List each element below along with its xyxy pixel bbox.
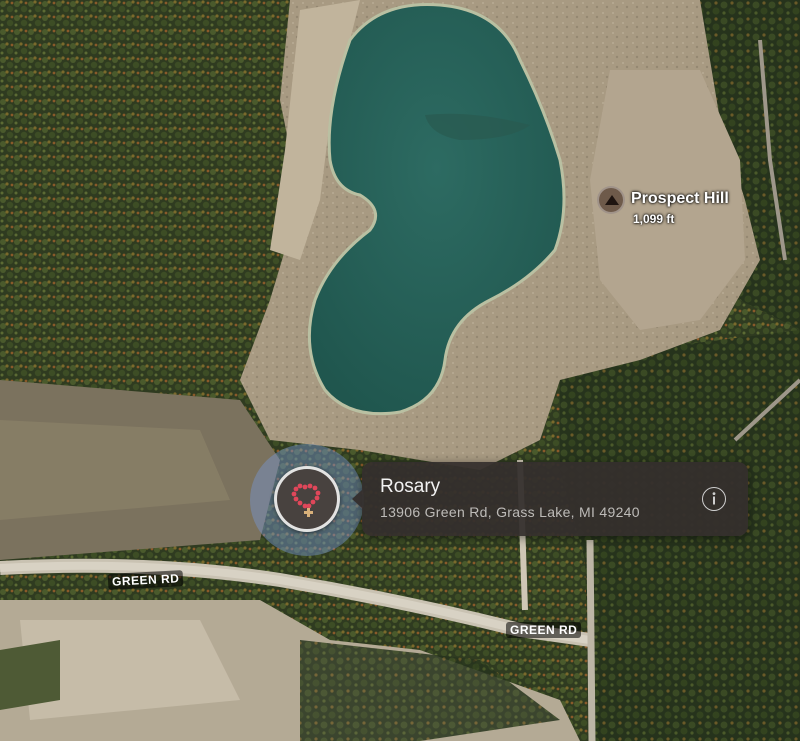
place-address: 13906 Green Rd, Grass Lake, MI 49240 xyxy=(380,504,640,520)
info-icon xyxy=(712,492,716,505)
peak-name: Prospect Hill xyxy=(631,190,729,207)
map-terrain xyxy=(0,0,800,741)
place-title: Rosary xyxy=(380,476,441,497)
rosary-icon xyxy=(291,483,321,517)
info-button[interactable] xyxy=(702,487,726,511)
satellite-map[interactable]: GREEN RD GREEN RD Prospect Hill 1,099 ft… xyxy=(0,0,800,741)
road-label-green-rd: GREEN RD xyxy=(506,622,582,638)
place-callout[interactable]: Rosary 13906 Green Rd, Grass Lake, MI 49… xyxy=(352,462,748,536)
peak-elevation: 1,099 ft xyxy=(633,212,675,226)
mountain-peak-icon xyxy=(597,186,625,214)
place-pin[interactable] xyxy=(274,466,340,532)
